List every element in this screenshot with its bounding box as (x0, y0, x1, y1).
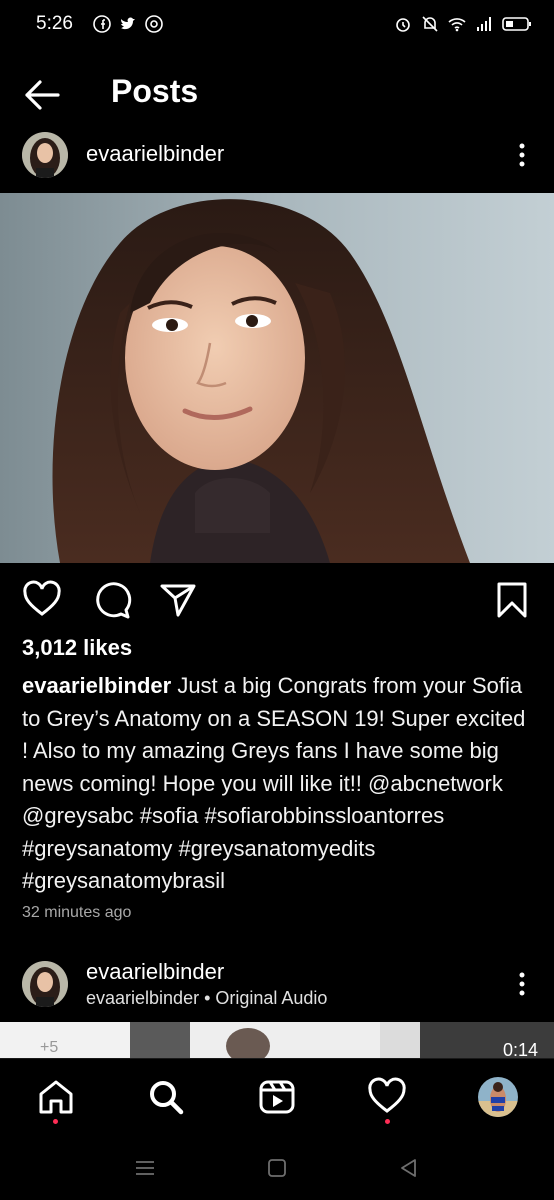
notification-dot (385, 1119, 390, 1124)
post-caption: evaarielbinder Just a big Congrats from … (22, 670, 537, 898)
status-left-icons (93, 15, 163, 33)
next-post-username[interactable]: evaarielbinder (86, 959, 224, 985)
facebook-icon (93, 15, 111, 33)
status-right-icons (394, 15, 532, 33)
alarm-icon (396, 18, 410, 32)
signal-icon (477, 17, 491, 31)
post-actions (0, 578, 554, 622)
avatar[interactable] (22, 132, 68, 178)
page-title: Posts (111, 73, 199, 109)
status-bar: 5:26 (0, 0, 554, 48)
status-time: 5:26 (36, 13, 73, 34)
notification-dot (53, 1119, 58, 1124)
chrome-icon (145, 15, 163, 33)
svg-text:+5: +5 (40, 1039, 58, 1056)
post-timestamp: 32 minutes ago (22, 904, 132, 921)
battery-icon (502, 17, 531, 31)
next-post-video[interactable]: +5 (0, 1022, 554, 1058)
search-icon[interactable] (146, 1077, 186, 1117)
comment-icon[interactable] (92, 580, 132, 620)
bottom-navigation (0, 1058, 554, 1138)
mute-icon (422, 16, 438, 32)
wifi-icon (448, 18, 466, 32)
menu-icon[interactable] (133, 1156, 157, 1180)
back-arrow-icon[interactable] (22, 78, 62, 112)
activity-heart-icon[interactable] (367, 1077, 407, 1117)
next-post-header: evaarielbinder evaarielbinder • Original… (0, 955, 554, 1015)
bookmark-icon[interactable] (492, 580, 532, 620)
reels-icon[interactable] (257, 1077, 297, 1117)
home-button-icon[interactable] (265, 1156, 289, 1180)
likes-count[interactable]: 3,012 likes (22, 635, 132, 661)
next-post-audio[interactable]: evaarielbinder • Original Audio (86, 988, 327, 1009)
system-navigation (0, 1138, 554, 1200)
page-header: Posts (0, 60, 554, 128)
post-header: evaarielbinder (0, 128, 554, 184)
profile-avatar[interactable] (478, 1077, 518, 1117)
post-photo[interactable] (0, 193, 554, 563)
back-triangle-icon[interactable] (397, 1156, 421, 1180)
twitter-icon (120, 17, 135, 30)
post-username[interactable]: evaarielbinder (86, 141, 224, 167)
heart-icon[interactable] (22, 580, 62, 620)
caption-text: Just a big Congrats from your Sofia to G… (22, 673, 526, 893)
home-icon[interactable] (36, 1077, 76, 1117)
share-icon[interactable] (158, 580, 198, 620)
more-options-icon[interactable] (512, 969, 532, 999)
more-options-icon[interactable] (512, 140, 532, 170)
avatar[interactable] (22, 961, 68, 1007)
caption-username[interactable]: evaarielbinder (22, 673, 171, 698)
